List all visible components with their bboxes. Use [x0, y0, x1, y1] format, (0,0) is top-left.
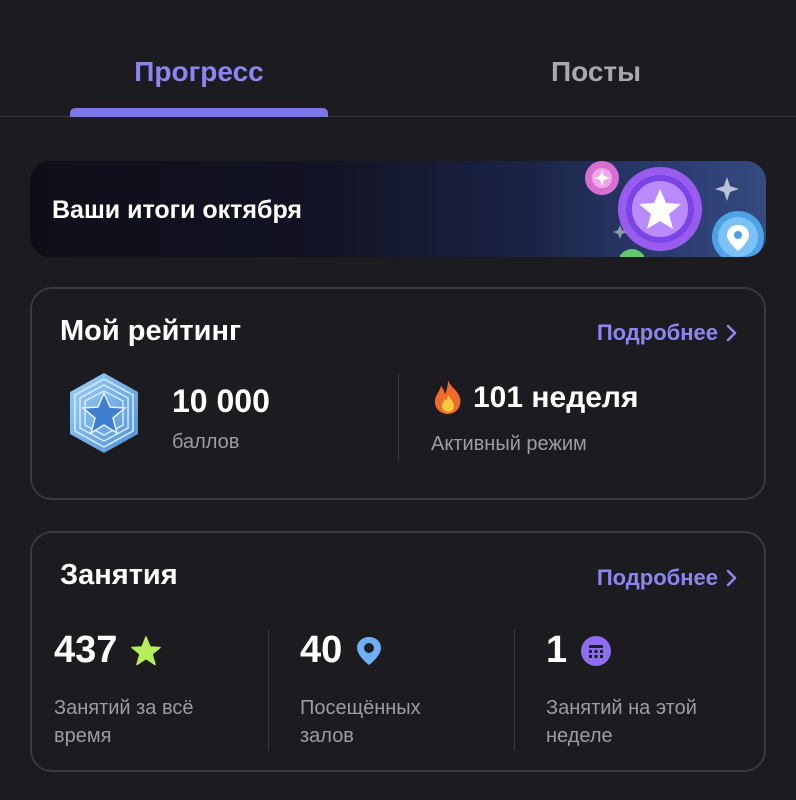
rating-title: Мой рейтинг [60, 315, 242, 347]
calendar-icon [581, 635, 612, 666]
stat-value: 1 [546, 629, 568, 671]
classes-more-link[interactable]: Подробнее [597, 565, 738, 591]
stat-visited-gyms: 40 Посещённых залов [300, 629, 530, 750]
star-badge-icon [618, 167, 702, 251]
rating-badge-icon [70, 373, 138, 453]
stat-week-classes: 1 Занятий на этой неделе [546, 629, 776, 750]
tab-bar: Прогресс Посты [0, 0, 796, 117]
banner-illustration [585, 161, 764, 257]
chevron-right-icon [726, 324, 737, 342]
points-value: 10 000 [172, 383, 270, 419]
flower-icon [585, 161, 619, 195]
stat-value: 437 [54, 629, 118, 671]
stat-value: 40 [300, 629, 343, 671]
streak-value: 101 неделя [473, 381, 639, 414]
stat-label: Занятий на этой неделе [546, 697, 697, 747]
location-bubble-icon [712, 211, 764, 257]
divider [398, 373, 399, 461]
stat-label: Посещённых залов [300, 697, 421, 747]
stat-label: Занятий за всё время [54, 697, 194, 747]
points-label: баллов [172, 431, 240, 453]
rating-card: Мой рейтинг Подробнее 10 000 баллов 101 … [30, 287, 766, 500]
location-pin-icon [357, 636, 382, 665]
progress-screen: Прогресс Посты Ваши итоги октября Мой ре… [0, 0, 796, 800]
tab-posts[interactable]: Посты [467, 56, 725, 117]
classes-more-label: Подробнее [596, 565, 718, 590]
star-icon [131, 635, 162, 665]
divider [268, 629, 269, 751]
classes-title: Занятия [60, 559, 178, 591]
banner-title: Ваши итоги октября [52, 196, 302, 224]
rating-more-label: Подробнее [596, 320, 718, 345]
divider [514, 629, 515, 751]
active-tab-indicator [70, 108, 328, 117]
rating-more-link[interactable]: Подробнее [597, 320, 738, 346]
flame-icon [434, 380, 461, 414]
chevron-right-icon [726, 569, 737, 587]
monthly-summary-banner[interactable]: Ваши итоги октября [30, 161, 766, 257]
streak-label: Активный режим [431, 433, 587, 455]
classes-card: Занятия Подробнее 437 Занятий за всё вре… [30, 531, 766, 772]
stat-total-classes: 437 Занятий за всё время [54, 629, 284, 750]
